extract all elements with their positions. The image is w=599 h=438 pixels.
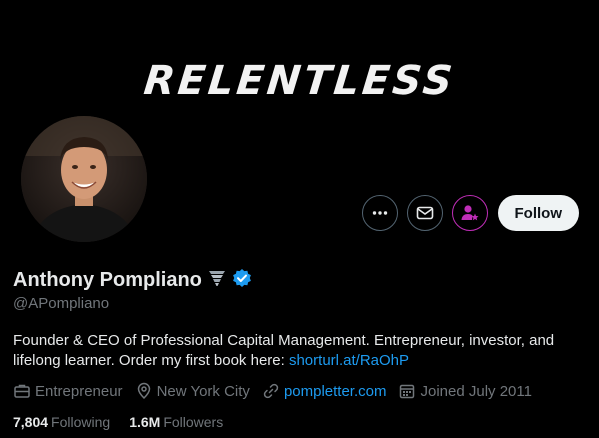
joined-label: Joined July 2011 <box>420 382 532 400</box>
profile-name-row: Anthony Pompliano <box>13 268 252 293</box>
avatar[interactable] <box>17 112 151 246</box>
profile-name: Anthony Pompliano <box>13 269 202 291</box>
followers-stat[interactable]: 1.6M Followers <box>129 414 223 430</box>
followers-count: 1.6M <box>129 414 161 430</box>
profile-handle: @APompliano <box>13 295 110 312</box>
meta-joined: Joined July 2011 <box>398 382 532 400</box>
category-label: Entrepreneur <box>35 382 123 400</box>
following-count: 7,804 <box>13 414 49 430</box>
message-button[interactable] <box>406 195 443 231</box>
verified-badge-icon[interactable] <box>232 268 252 293</box>
bio-link[interactable]: shorturl.at/RaOhP <box>289 352 409 369</box>
following-label: Following <box>51 414 111 430</box>
subscribe-person-star-icon <box>461 205 478 221</box>
meta-category: Entrepreneur <box>13 382 123 400</box>
more-horizontal-icon <box>372 211 387 215</box>
profile-actions: Follow <box>361 195 579 231</box>
bio-text: Founder & CEO of Professional Capital Ma… <box>13 332 555 369</box>
briefcase-icon <box>14 384 30 398</box>
profile-meta: Entrepreneur New York City pompletter.co… <box>13 382 544 400</box>
banner-text: RELENTLESS <box>141 58 458 104</box>
link-icon <box>263 383 279 399</box>
calendar-icon <box>400 384 415 399</box>
mail-icon <box>416 206 433 220</box>
follow-button[interactable]: Follow <box>497 195 579 231</box>
avatar-photo <box>21 116 147 242</box>
subscribe-button[interactable] <box>451 195 488 231</box>
tornado-emoji-icon <box>207 268 227 293</box>
location-pin-icon <box>137 382 150 400</box>
website-link[interactable]: pompletter.com <box>284 383 387 400</box>
profile-bio: Founder & CEO of Professional Capital Ma… <box>13 331 578 371</box>
meta-website: pompletter.com <box>262 382 387 400</box>
more-button[interactable] <box>361 195 398 231</box>
location-label: New York City <box>156 382 250 400</box>
meta-location: New York City <box>135 382 250 400</box>
followers-label: Followers <box>163 414 224 430</box>
following-stat[interactable]: 7,804 Following <box>13 414 110 430</box>
profile-stats: 7,804 Following 1.6M Followers <box>13 414 242 430</box>
